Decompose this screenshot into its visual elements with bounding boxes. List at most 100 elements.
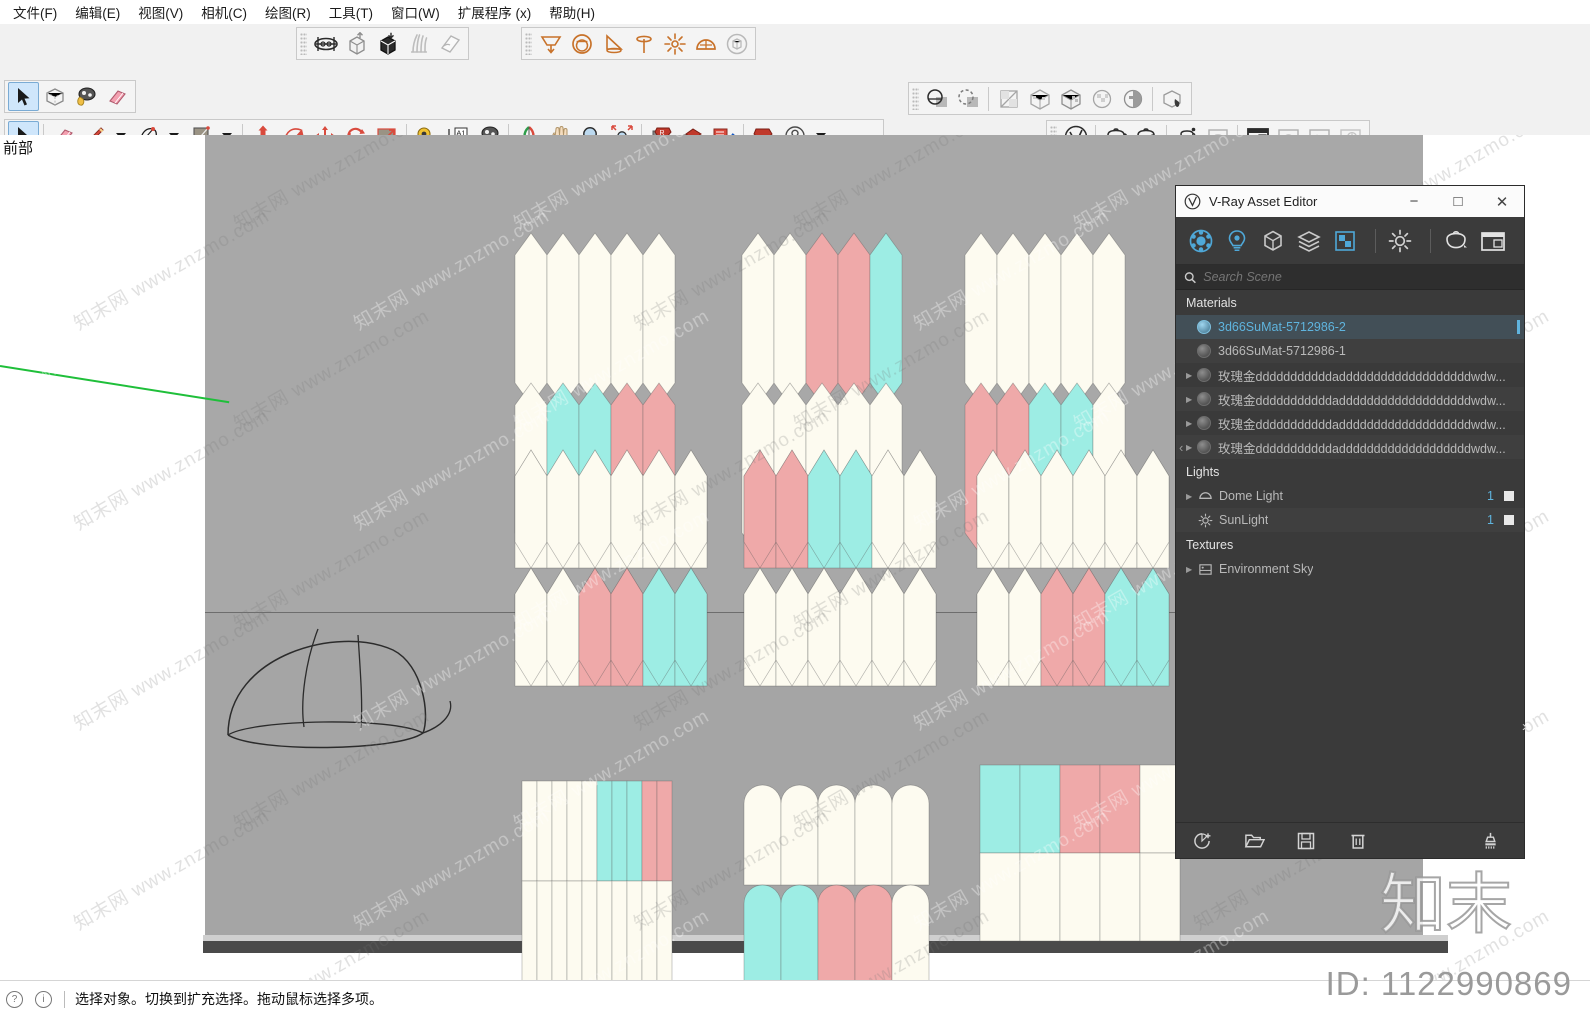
section-header-textures: Textures <box>1176 532 1524 557</box>
vray-fur-icon[interactable] <box>403 29 434 58</box>
asset-editor-footer <box>1176 822 1524 858</box>
expand-chevron-icon[interactable]: ▶ <box>1186 565 1196 574</box>
expand-chevron-icon[interactable]: ▶ <box>1186 419 1196 428</box>
asset-label: Dome Light <box>1219 489 1283 503</box>
vray-dome-light-icon[interactable] <box>690 29 721 58</box>
delete-asset-button[interactable] <box>1332 823 1384 859</box>
toolbar-grip[interactable] <box>525 32 532 55</box>
textures-tab[interactable] <box>1330 224 1360 258</box>
asset-row[interactable]: ▶ Dome Light 1 <box>1176 484 1524 508</box>
section-plane-icon[interactable] <box>1157 84 1188 113</box>
tab-divider <box>1375 228 1377 253</box>
toolbar-grip[interactable] <box>300 32 307 55</box>
menu-draw[interactable]: 绘图(R) <box>256 0 320 25</box>
tile-panel-chevron-2 <box>743 449 937 687</box>
search-input[interactable] <box>1203 270 1516 284</box>
watermark-text: 知末网 www.znzmo.com <box>0 705 154 835</box>
material-sphere-icon <box>1197 320 1211 334</box>
asset-row[interactable]: ▶ 玫瑰金dddddddddddadddddddddddddddddddwdw..… <box>1176 435 1524 459</box>
asset-row[interactable]: SunLight 1 <box>1176 508 1524 532</box>
vray-objects-toolbar <box>296 27 469 60</box>
expand-chevron-icon[interactable]: ▶ <box>1186 395 1196 404</box>
asset-label: 玫瑰金dddddddddddadddddddddddddddddddwdw... <box>1218 393 1506 408</box>
fog-icon[interactable] <box>953 84 984 113</box>
asset-row[interactable]: ▶ 玫瑰金dddddddddddadddddddddddddddddddwdw..… <box>1176 387 1524 411</box>
materials-tab[interactable] <box>1186 224 1216 258</box>
purge-assets-button[interactable] <box>1464 823 1516 859</box>
principal-top-toolbar <box>4 80 136 113</box>
vray-spot-light-icon[interactable] <box>597 29 628 58</box>
asset-row[interactable]: 3d66SuMat-5712986-1 <box>1176 339 1524 363</box>
open-asset-button[interactable] <box>1228 823 1280 859</box>
close-button[interactable]: ✕ <box>1480 186 1524 217</box>
maximize-button[interactable]: □ <box>1436 186 1480 217</box>
vray-proxy-export-icon[interactable] <box>372 29 403 58</box>
asset-row[interactable]: ▶ 玫瑰金dddddddddddadddddddddddddddddddwdw..… <box>1176 363 1524 387</box>
material-sphere-icon <box>1197 416 1211 430</box>
menu-camera[interactable]: 相机(C) <box>192 0 256 25</box>
save-asset-button[interactable] <box>1280 823 1332 859</box>
expand-chevron-icon[interactable]: ▶ <box>1186 443 1196 452</box>
xray-icon[interactable] <box>993 84 1024 113</box>
shaded-sphere-icon[interactable] <box>1086 84 1117 113</box>
expand-right-chevron[interactable]: › <box>1522 718 1527 735</box>
vray-ies-light-icon[interactable] <box>628 29 659 58</box>
vray-asset-editor-window[interactable]: V-Ray Asset Editor − □ ✕ Search Scene Ma… <box>1176 186 1524 858</box>
menu-window[interactable]: 窗口(W) <box>382 0 449 25</box>
asset-enable-checkbox[interactable] <box>1504 491 1514 501</box>
render-elements-tab[interactable] <box>1294 224 1324 258</box>
toolbar-grip[interactable] <box>912 87 919 110</box>
vray-proxy-import-icon[interactable] <box>341 29 372 58</box>
asset-label: 玫瑰金dddddddddddadddddddddddddddddddwdw... <box>1218 417 1506 432</box>
render-tab[interactable] <box>1440 224 1472 258</box>
menu-help[interactable]: 帮助(H) <box>540 0 604 25</box>
menu-view[interactable]: 视图(V) <box>129 0 192 25</box>
shadows-icon[interactable] <box>922 84 953 113</box>
watermark-text: 知末网 www.znzmo.com <box>0 505 154 635</box>
asset-enable-checkbox[interactable] <box>1504 515 1514 525</box>
make-component-icon[interactable] <box>39 82 70 111</box>
menu-tools[interactable]: 工具(T) <box>320 0 382 25</box>
vray-titlebar[interactable]: V-Ray Asset Editor − □ ✕ <box>1176 186 1524 217</box>
asset-list[interactable]: Materials 3d66SuMat-5712986-2 3d66SuMat-57… <box>1176 290 1524 822</box>
vray-infinite-plane-icon[interactable] <box>310 29 341 58</box>
lights-tab[interactable] <box>1222 224 1252 258</box>
status-divider <box>64 990 65 1008</box>
menu-edit[interactable]: 编辑(E) <box>66 0 129 25</box>
help-circle-icon[interactable]: ? <box>6 990 23 1008</box>
vray-rect-light-icon[interactable] <box>535 29 566 58</box>
asset-row[interactable]: ▶ 玫瑰金dddddddddddadddddddddddddddddddwdw..… <box>1176 411 1524 435</box>
geometry-tab[interactable] <box>1258 224 1288 258</box>
collapse-left-chevron[interactable]: ‹ <box>1179 440 1183 455</box>
asset-label: 玫瑰金dddddddddddadddddddddddddddddddwdw... <box>1218 441 1506 456</box>
menu-extensions[interactable]: 扩展程序 (x) <box>449 0 541 25</box>
menu-file[interactable]: 文件(F) <box>4 0 66 25</box>
vray-omni-light-icon[interactable] <box>659 29 690 58</box>
info-circle-icon[interactable]: i <box>35 990 52 1008</box>
settings-tab[interactable] <box>1385 224 1415 258</box>
selection-marker <box>1517 320 1520 334</box>
asset-row[interactable]: 3d66SuMat-5712986-2 <box>1176 315 1524 339</box>
asset-label: SunLight <box>1219 513 1269 527</box>
vray-clipper-icon[interactable] <box>434 29 465 58</box>
expand-chevron-icon[interactable]: ▶ <box>1186 492 1196 501</box>
paint-bucket-icon[interactable] <box>70 82 101 111</box>
expand-chevron-icon[interactable]: ▶ <box>1186 371 1196 380</box>
hidden-line-box-icon[interactable] <box>1055 84 1086 113</box>
asset-label: 3d66SuMat-5712986-1 <box>1218 344 1346 358</box>
select-arrow-icon[interactable] <box>8 82 39 111</box>
vray-mesh-light-icon[interactable] <box>721 29 752 58</box>
monochrome-sphere-icon[interactable] <box>1117 84 1148 113</box>
vray-lights-toolbar <box>521 27 756 60</box>
tile-panel-bullnose-1 <box>743 784 930 980</box>
wireframe-box-icon[interactable] <box>1024 84 1055 113</box>
status-bar: ? i 选择对象。切换到扩充选择。拖动鼠标选择多项。 <box>0 980 1590 1017</box>
search-bar[interactable] <box>1176 265 1524 290</box>
eraser-icon[interactable] <box>101 82 132 111</box>
frame-buffer-tab[interactable] <box>1478 224 1508 258</box>
add-asset-button[interactable] <box>1176 823 1228 859</box>
vray-sphere-light-icon[interactable] <box>566 29 597 58</box>
status-text: 选择对象。切换到扩充选择。拖动鼠标选择多项。 <box>75 991 383 1007</box>
minimize-button[interactable]: − <box>1392 186 1436 217</box>
asset-row[interactable]: ▶ Environment Sky <box>1176 557 1524 581</box>
